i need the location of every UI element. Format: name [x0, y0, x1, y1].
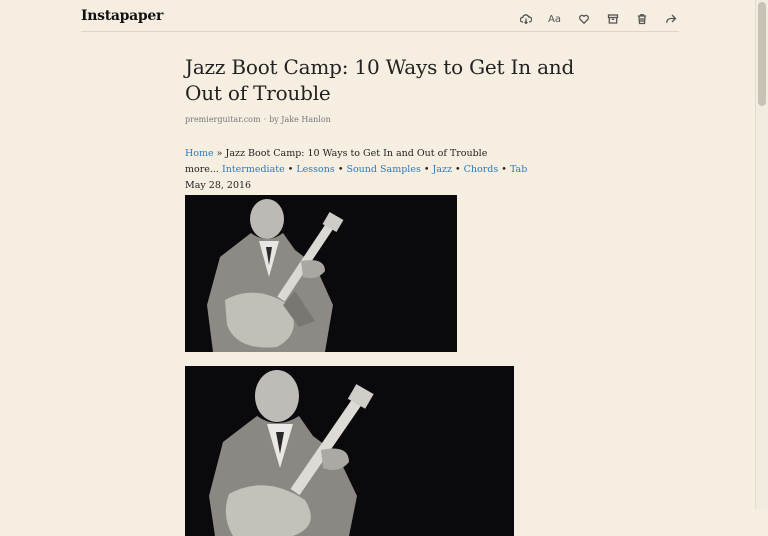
- archive-icon[interactable]: [604, 11, 621, 27]
- article-byline: by Jake Hanlon: [269, 115, 331, 124]
- scrollbar-thumb[interactable]: [758, 2, 766, 106]
- tag-separator: •: [455, 164, 461, 175]
- meta-separator: ·: [263, 115, 267, 124]
- article: Jazz Boot Camp: 10 Ways to Get In and Ou…: [185, 54, 605, 536]
- vertical-scrollbar[interactable]: [755, 0, 768, 509]
- tag-separator: •: [287, 164, 294, 175]
- tag-link[interactable]: Chords: [464, 164, 499, 175]
- tag-list: more... Intermediate • Lessons • Sound S…: [185, 162, 605, 178]
- tag-separator: •: [337, 164, 344, 175]
- article-date: May 28, 2016: [185, 180, 252, 191]
- trash-icon[interactable]: [633, 11, 650, 27]
- heart-icon[interactable]: [575, 11, 592, 27]
- tag-separator: •: [501, 164, 507, 175]
- app-logo[interactable]: Instapaper: [81, 8, 163, 24]
- breadcrumb: Home » Jazz Boot Camp: 10 Ways to Get In…: [185, 146, 605, 162]
- tag-link[interactable]: Sound Samples: [346, 164, 420, 175]
- article-source[interactable]: premierguitar.com: [185, 115, 261, 124]
- article-meta: premierguitar.com · by Jake Hanlon: [185, 115, 605, 124]
- breadcrumb-current: Jazz Boot Camp: 10 Ways to Get In and Ou…: [225, 148, 488, 159]
- top-toolbar: Instapaper Aa: [81, 0, 679, 32]
- toolbar-actions: Aa: [517, 11, 679, 27]
- tag-separator: •: [423, 164, 430, 175]
- breadcrumb-separator: »: [216, 148, 223, 159]
- tag-link[interactable]: Jazz: [433, 164, 452, 175]
- breadcrumb-home-link[interactable]: Home: [185, 148, 214, 159]
- tag-link[interactable]: Tab: [510, 164, 527, 175]
- article-title: Jazz Boot Camp: 10 Ways to Get In and Ou…: [185, 55, 575, 105]
- more-label: more...: [185, 164, 219, 175]
- guitarist-photo-large: [185, 366, 514, 536]
- guitarist-photo: [185, 195, 457, 352]
- tag-link[interactable]: Lessons: [296, 164, 334, 175]
- font-size-icon[interactable]: Aa: [546, 11, 563, 27]
- tag-link[interactable]: Intermediate: [222, 164, 285, 175]
- cloud-download-icon[interactable]: [517, 11, 534, 27]
- share-icon[interactable]: [662, 11, 679, 27]
